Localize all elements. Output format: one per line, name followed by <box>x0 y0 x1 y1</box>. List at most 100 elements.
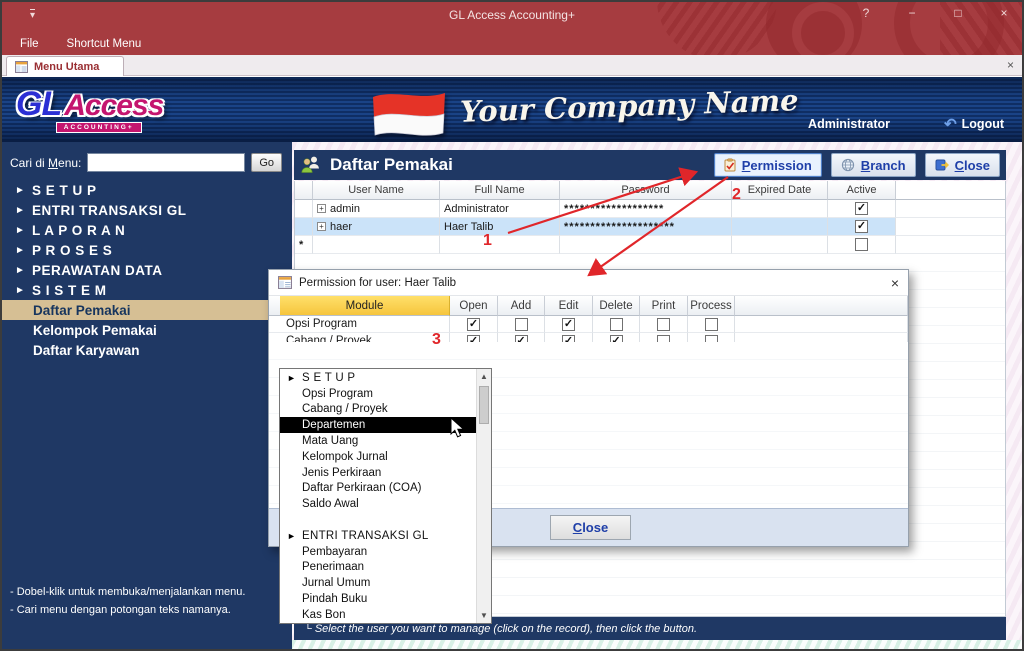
table-row-haer[interactable]: +haer Haer Talib ********************* ✓ <box>295 218 1005 236</box>
dialog-title-bar[interactable]: Permission for user: Haer Talib × <box>269 270 908 296</box>
dropdown-item-kelompok-jurnal[interactable]: Kelompok Jurnal <box>280 449 476 465</box>
table-row-admin[interactable]: +admin Administrator *******************… <box>295 200 1005 218</box>
dropdown-item-entri-transaksi-gl[interactable]: ►ENTRI TRANSAKSI GL <box>280 528 476 544</box>
col-open[interactable]: Open <box>450 296 498 316</box>
col-expired-date[interactable]: Expired Date <box>732 181 828 200</box>
sidebar-item-proses[interactable]: ►P R O S E S <box>2 240 292 260</box>
bottom-stripe-decoration <box>292 640 1022 649</box>
col-add[interactable]: Add <box>498 296 545 316</box>
add-checkbox[interactable] <box>515 318 528 331</box>
delete-checkbox[interactable] <box>610 318 623 331</box>
open-checkbox[interactable]: ✓ <box>467 318 480 331</box>
tab-menu-utama[interactable]: Menu Utama <box>6 56 124 76</box>
exit-door-icon <box>935 158 949 172</box>
group-arrow-icon: ► <box>15 225 32 236</box>
sidebar-item-kelompok-pemakai[interactable]: Kelompok Pemakai <box>2 320 292 340</box>
sidebar-item-laporan[interactable]: ►L A P O R A N <box>2 220 292 240</box>
dropdown-item-opsi-program[interactable]: Opsi Program <box>280 386 476 402</box>
app-window: ▾ GL Access Accounting+ ? − □ × File Sho… <box>0 0 1024 651</box>
sidebar-item-daftar-karyawan[interactable]: Daftar Karyawan <box>2 340 292 360</box>
dropdown-item-pembayaran[interactable]: Pembayaran <box>280 544 476 560</box>
logout-button[interactable]: ↶ Logout <box>944 115 1004 133</box>
sidebar-item-perawatan-data[interactable]: ►PERAWATAN DATA <box>2 260 292 280</box>
col-password[interactable]: Password <box>560 181 732 200</box>
status-text: └ Select the user you want to manage (cl… <box>304 623 697 635</box>
go-button[interactable]: Go <box>251 153 282 172</box>
tab-label: Menu Utama <box>34 61 99 73</box>
col-print[interactable]: Print <box>640 296 688 316</box>
active-checkbox[interactable]: ✓ <box>855 202 868 215</box>
expand-icon[interactable]: + <box>317 222 326 231</box>
col-full-name[interactable]: Full Name <box>440 181 560 200</box>
dialog-title: Permission for user: Haer Talib <box>299 277 884 289</box>
sidebar-item-setup[interactable]: ►S E T U P <box>2 180 292 200</box>
dropdown-item-penerimaan[interactable]: Penerimaan <box>280 560 476 576</box>
col-delete[interactable]: Delete <box>593 296 640 316</box>
print-checkbox[interactable] <box>657 318 670 331</box>
row-selector[interactable] <box>295 218 313 236</box>
header-filler <box>896 181 1005 200</box>
users-icon <box>300 155 322 175</box>
clipboard-check-icon <box>724 158 736 172</box>
expand-icon[interactable]: + <box>317 204 326 213</box>
dropdown-scrollbar[interactable]: ▲ ▼ <box>476 369 491 623</box>
dropdown-item-jenis-perkiraan[interactable]: Jenis Perkiraan <box>280 465 476 481</box>
page-title: Daftar Pemakai <box>330 155 705 175</box>
sidebar-item-daftar-pemakai[interactable]: Daftar Pemakai <box>2 300 292 320</box>
col-module[interactable]: Module <box>280 296 450 316</box>
process-checkbox[interactable] <box>705 318 718 331</box>
dropdown-item-departemen[interactable]: Departemen <box>280 417 476 433</box>
dropdown-item-cabang-proyek[interactable]: Cabang / Proyek <box>280 402 476 418</box>
company-name: Your Company Name <box>460 83 800 129</box>
close-window-icon[interactable]: × <box>992 6 1016 20</box>
col-edit[interactable]: Edit <box>545 296 593 316</box>
table-new-row[interactable]: * <box>295 236 1005 254</box>
minimize-icon[interactable]: − <box>900 6 924 20</box>
title-bar: ▾ GL Access Accounting+ ? − □ × File Sho… <box>2 2 1022 55</box>
close-form-icon[interactable]: × <box>1007 58 1014 72</box>
indonesia-flag <box>370 88 448 136</box>
edit-checkbox[interactable]: ✓ <box>562 318 575 331</box>
menu-shortcut-menu[interactable]: Shortcut Menu <box>67 38 142 50</box>
table-header-row: User Name Full Name Password Expired Dat… <box>295 181 1005 200</box>
select-all-cell[interactable] <box>295 181 313 200</box>
active-checkbox[interactable]: ✓ <box>855 220 868 233</box>
active-checkbox[interactable] <box>855 238 868 251</box>
row-selector[interactable] <box>295 200 313 218</box>
sidebar-item-sistem[interactable]: ►S I S T E M <box>2 280 292 300</box>
scroll-up-icon[interactable]: ▲ <box>477 372 491 381</box>
group-arrow-icon: ► <box>15 265 32 276</box>
sidebar-item-entri-transaksi-gl[interactable]: ►ENTRI TRANSAKSI GL <box>2 200 292 220</box>
group-arrow-icon: ► <box>15 205 32 216</box>
col-process[interactable]: Process <box>688 296 735 316</box>
menu-search-input[interactable] <box>87 153 245 172</box>
menu-file[interactable]: File <box>20 38 39 50</box>
dropdown-item-blank <box>280 512 476 528</box>
dropdown-item-daftar-perkiraan-coa[interactable]: Daftar Perkiraan (COA) <box>280 481 476 497</box>
col-active[interactable]: Active <box>828 181 896 200</box>
dropdown-item-jurnal-umum[interactable]: Jurnal Umum <box>280 575 476 591</box>
permission-row-opsi-program[interactable]: Opsi Program ✓ ✓ <box>269 316 908 333</box>
dropdown-item-kas-bon[interactable]: Kas Bon <box>280 607 476 623</box>
scroll-down-icon[interactable]: ▼ <box>477 611 491 620</box>
restore-icon[interactable]: □ <box>946 6 970 20</box>
dropdown-item-saldo-awal[interactable]: Saldo Awal <box>280 496 476 512</box>
help-icon[interactable]: ? <box>854 6 878 20</box>
logout-label: Logout <box>962 117 1004 131</box>
gl-access-logo: GLAccess ACCOUNTING+ <box>16 85 142 124</box>
dialog-close-button[interactable]: Close <box>550 515 631 540</box>
close-form-button[interactable]: Close <box>925 153 1000 177</box>
footnote: - Dobel-klik untuk membuka/menjalankan m… <box>10 583 245 601</box>
dropdown-item-pindah-buku[interactable]: Pindah Buku <box>280 591 476 607</box>
permission-button[interactable]: Permission <box>714 153 822 177</box>
logged-in-user: Administrator <box>808 117 890 131</box>
group-arrow-icon: ► <box>287 531 302 541</box>
logo-gl: GL <box>16 85 61 123</box>
scrollbar-thumb[interactable] <box>479 386 489 424</box>
branch-button[interactable]: Branch <box>831 153 916 177</box>
col-user-name[interactable]: User Name <box>313 181 440 200</box>
dropdown-item-setup[interactable]: ►S E T U P <box>280 370 476 386</box>
dropdown-item-mata-uang[interactable]: Mata Uang <box>280 433 476 449</box>
header-banner: GLAccess ACCOUNTING+ Your Company Name A… <box>2 77 1022 142</box>
dialog-close-icon[interactable]: × <box>891 275 899 291</box>
